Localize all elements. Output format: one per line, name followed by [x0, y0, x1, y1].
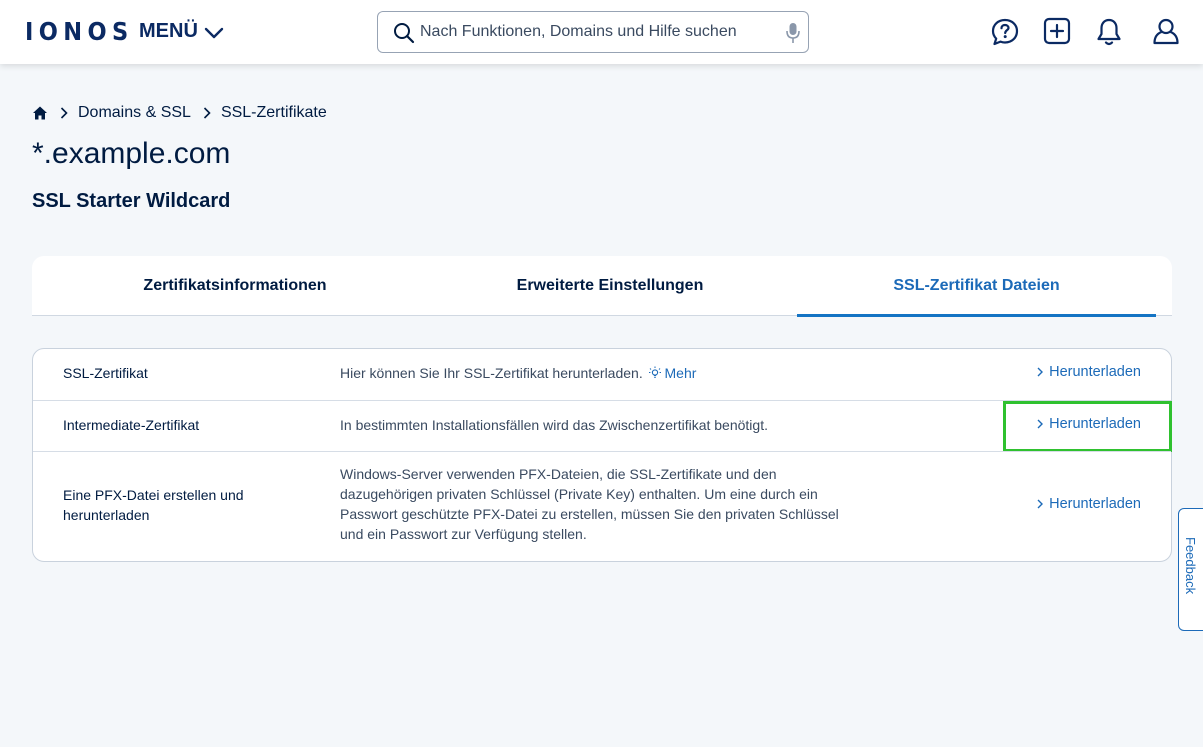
add-icon[interactable]	[1043, 17, 1071, 45]
lightbulb-icon	[648, 366, 661, 378]
list-item: Eine PFX-Datei erstellen und herunterlad…	[33, 451, 1171, 561]
tab-ssl-zertifikat-dateien[interactable]: SSL-Zertifikat Dateien	[797, 256, 1156, 317]
chevron-right-icon	[1037, 367, 1044, 377]
file-description: In bestimmten Installationsfällen wird d…	[340, 417, 768, 433]
list-item: Intermediate-Zertifikat In bestimmten In…	[33, 400, 1172, 452]
breadcrumb-domains-ssl[interactable]: Domains & SSL	[78, 104, 191, 122]
microphone-icon[interactable]	[786, 22, 800, 44]
file-description: Hier können Sie Ihr SSL-Zertifikat herun…	[340, 363, 696, 383]
file-description-line: Passwort geschützte PFX-Datei zu erstell…	[340, 506, 839, 522]
menu-label: MENÜ	[139, 20, 198, 42]
chevron-right-icon	[1037, 499, 1044, 509]
ionos-logo[interactable]: IONOS	[25, 17, 134, 46]
download-intermediate-certificate-button[interactable]: Herunterladen	[1037, 416, 1141, 432]
home-icon[interactable]	[32, 105, 48, 121]
file-description-line: und ein Passwort zur Verfügung stellen.	[340, 526, 587, 542]
user-icon[interactable]	[1152, 17, 1180, 47]
chevron-right-icon	[1037, 419, 1044, 429]
file-label: Intermediate-Zertifikat	[63, 417, 200, 433]
file-description-line: Windows-Server verwenden PFX-Dateien, di…	[340, 466, 777, 482]
certificate-files-list: SSL-Zertifikat Hier können Sie Ihr SSL-Z…	[32, 348, 1172, 562]
search-icon	[394, 23, 415, 44]
file-description-line: dazugehörigen privaten Schlüssel (Privat…	[340, 486, 818, 502]
file-description: Windows-Server verwenden PFX-Dateien, di…	[340, 464, 839, 544]
file-label: Eine PFX-Datei erstellen und herunterlad…	[63, 485, 244, 525]
download-label: Herunterladen	[1049, 416, 1141, 432]
mehr-label: Mehr	[664, 365, 697, 381]
chevron-down-icon	[204, 27, 224, 38]
breadcrumb: Domains & SSL SSL-Zertifikate	[32, 104, 327, 122]
menu-button[interactable]: MENÜ	[139, 20, 224, 43]
download-pfx-button[interactable]: Herunterladen	[1037, 496, 1141, 512]
mehr-link[interactable]: Mehr	[647, 365, 697, 381]
download-ssl-certificate-button[interactable]: Herunterladen	[1037, 364, 1141, 380]
list-item: SSL-Zertifikat Hier können Sie Ihr SSL-Z…	[33, 349, 1171, 400]
feedback-button[interactable]: Feedback	[1178, 508, 1203, 631]
search-box	[377, 11, 809, 53]
file-label-line: herunterladen	[63, 507, 150, 523]
chevron-right-icon	[203, 107, 211, 119]
page-title: *.example.com	[32, 137, 231, 170]
breadcrumb-ssl-zertifikate[interactable]: SSL-Zertifikate	[221, 104, 327, 122]
help-chat-icon[interactable]	[990, 17, 1020, 47]
page-subtitle: SSL Starter Wildcard	[32, 190, 231, 212]
top-header: IONOS MENÜ	[0, 0, 1203, 64]
bell-icon[interactable]	[1096, 17, 1122, 47]
file-description-text: Hier können Sie Ihr SSL-Zertifikat herun…	[340, 365, 643, 381]
download-label: Herunterladen	[1049, 364, 1141, 380]
tab-bar: Zertifikatsinformationen Erweiterte Eins…	[32, 256, 1172, 317]
download-label: Herunterladen	[1049, 496, 1141, 512]
tab-zertifikatsinformationen[interactable]: Zertifikatsinformationen	[32, 256, 438, 315]
feedback-label: Feedback	[1183, 537, 1198, 595]
chevron-right-icon	[60, 107, 68, 119]
file-label: SSL-Zertifikat	[63, 365, 148, 381]
search-input[interactable]	[420, 20, 770, 44]
tab-erweiterte-einstellungen[interactable]: Erweiterte Einstellungen	[407, 256, 813, 315]
file-label-line: Eine PFX-Datei erstellen und	[63, 487, 244, 503]
